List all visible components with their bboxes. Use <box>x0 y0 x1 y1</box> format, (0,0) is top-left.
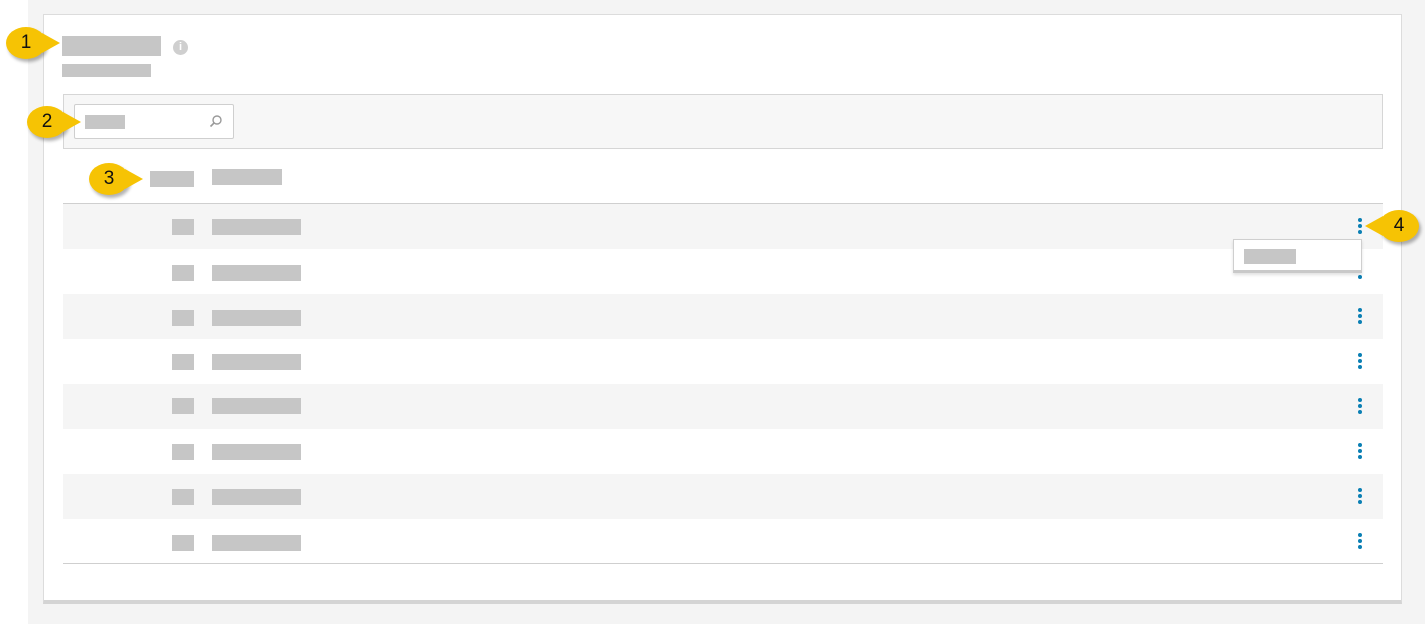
table-row[interactable] <box>63 474 1383 519</box>
kebab-menu-icon[interactable] <box>1355 218 1365 236</box>
dropdown-menu-item[interactable] <box>1244 249 1296 264</box>
callout-3: 3 <box>89 163 143 195</box>
row-cell-id <box>172 219 194 235</box>
page-title <box>62 36 161 56</box>
row-cell-id <box>172 444 194 460</box>
row-cell-name <box>212 444 301 460</box>
table-row[interactable] <box>63 249 1383 294</box>
row-cell-id <box>172 265 194 281</box>
table-row[interactable] <box>63 339 1383 384</box>
info-icon[interactable]: i <box>173 40 188 55</box>
table-row[interactable] <box>63 384 1383 429</box>
callout-2: 2 <box>27 106 81 138</box>
search-icon[interactable] <box>209 114 223 128</box>
kebab-menu-icon[interactable] <box>1355 398 1365 416</box>
kebab-menu-icon[interactable] <box>1355 353 1365 371</box>
kebab-menu-icon[interactable] <box>1355 533 1365 551</box>
row-cell-name <box>212 265 301 281</box>
table-row[interactable] <box>63 519 1383 564</box>
row-cell-id <box>172 535 194 551</box>
page-subtitle <box>62 64 151 77</box>
row-cell-name <box>212 489 301 505</box>
table-bottom-divider <box>63 563 1383 564</box>
kebab-menu-icon[interactable] <box>1355 488 1365 506</box>
row-cell-name <box>212 219 301 235</box>
row-cell-id <box>172 489 194 505</box>
search-input[interactable] <box>74 104 234 139</box>
callout-1: 1 <box>6 27 60 59</box>
table-row[interactable] <box>63 204 1383 249</box>
kebab-menu-icon[interactable] <box>1355 308 1365 326</box>
search-placeholder <box>85 115 125 129</box>
kebab-menu-icon[interactable] <box>1355 443 1365 461</box>
column-header-name[interactable] <box>212 169 282 185</box>
table-row[interactable] <box>63 294 1383 339</box>
row-cell-name <box>212 398 301 414</box>
callout-4: 4 <box>1365 210 1419 242</box>
column-header-select[interactable] <box>150 171 194 187</box>
row-action-dropdown <box>1233 239 1362 273</box>
row-cell-id <box>172 398 194 414</box>
row-cell-id <box>172 354 194 370</box>
row-cell-name <box>212 310 301 326</box>
toolbar <box>63 94 1383 149</box>
row-cell-name <box>212 535 301 551</box>
row-cell-id <box>172 310 194 326</box>
row-cell-name <box>212 354 301 370</box>
table-row[interactable] <box>63 429 1383 474</box>
